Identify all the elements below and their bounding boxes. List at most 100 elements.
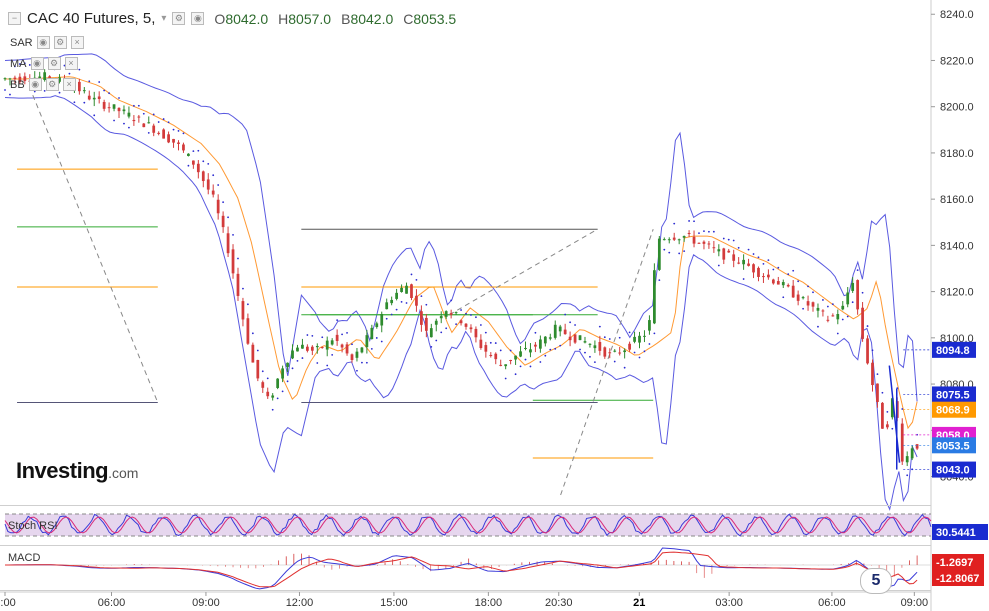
sar-dot	[752, 253, 755, 255]
candle-body	[534, 344, 537, 347]
candle-body	[157, 132, 161, 134]
sar-dot	[861, 291, 864, 294]
sar-dot	[147, 132, 150, 134]
settings-icon[interactable]: ⚙	[172, 12, 186, 25]
candle-body	[623, 350, 627, 353]
candle-body	[786, 284, 790, 287]
hide-icon[interactable]: ◉	[191, 12, 205, 25]
price-tick-label: 8180.0	[940, 148, 974, 160]
indicator-sar-label: SAR	[10, 36, 33, 49]
sar-dot	[261, 370, 264, 373]
candle-body	[201, 171, 205, 182]
candle-body	[162, 129, 166, 139]
sar-dot	[103, 89, 106, 92]
candle-body	[563, 329, 567, 335]
gear-icon[interactable]: ⚙	[45, 78, 59, 91]
sar-dot	[633, 351, 636, 354]
sar-dot	[866, 325, 869, 327]
sar-dot	[118, 97, 120, 99]
collapse-icon[interactable]: −	[8, 12, 21, 25]
price-tick-label: 8220.0	[940, 55, 974, 67]
sar-dot	[767, 259, 770, 262]
sar-dot	[876, 373, 879, 375]
candle-body	[667, 239, 671, 241]
sar-dot	[777, 266, 780, 269]
sar-dot	[554, 347, 557, 350]
candle-body	[340, 344, 344, 348]
candle-body	[618, 352, 622, 354]
sar-dot	[534, 331, 537, 334]
sar-dot	[871, 349, 874, 352]
candle-body	[707, 243, 711, 245]
candle-body	[375, 323, 379, 328]
candle-body	[137, 116, 141, 118]
candle-body	[459, 320, 463, 324]
indicator-bb-label: BB	[10, 78, 25, 91]
candle-body	[325, 340, 329, 350]
close-icon[interactable]: ×	[70, 36, 84, 49]
time-tick-label: 09:00	[192, 597, 220, 609]
indicator-bb[interactable]: BB ◉ ⚙ ×	[10, 78, 76, 91]
candle-body	[752, 264, 755, 273]
candle-body	[742, 259, 745, 265]
candle-body	[702, 241, 706, 244]
stoch-rsi-label: Stoch RSI	[8, 520, 58, 532]
sar-dot	[212, 174, 215, 177]
sar-dot	[222, 201, 225, 204]
close-icon[interactable]: ×	[64, 57, 78, 70]
eye-icon[interactable]: ◉	[36, 36, 50, 49]
candle-body	[608, 352, 612, 354]
indicator-ma[interactable]: MA ◉ ⚙ ×	[10, 57, 78, 70]
sar-dot	[316, 362, 319, 364]
sar-dot	[197, 149, 200, 152]
sar-dot	[9, 93, 11, 96]
candle-body	[885, 424, 889, 428]
price-tag-label: 8053.5	[936, 440, 970, 452]
candle-body	[821, 310, 825, 312]
candle-body	[97, 96, 101, 100]
sar-dot	[78, 68, 81, 71]
sar-dot	[420, 295, 423, 298]
sar-dot	[460, 309, 462, 311]
candle-body	[142, 123, 146, 128]
candle-body	[415, 295, 418, 306]
candle-body	[648, 320, 651, 331]
candle-body	[494, 353, 498, 360]
sar-dot	[906, 474, 909, 477]
chart-canvas[interactable]: 8240.0 8220.0 8200.0 8180.0 8160.0 8140.0 8120…	[0, 0, 989, 611]
candle-body	[167, 134, 170, 143]
candle-body	[538, 339, 542, 349]
candle-body	[519, 351, 522, 357]
sar-dot	[851, 301, 854, 304]
candle-body	[241, 301, 245, 320]
candle-body	[524, 347, 527, 349]
sar-dot	[628, 331, 631, 334]
gear-icon[interactable]: ⚙	[53, 36, 67, 49]
sar-dot	[822, 299, 824, 301]
sar-dot	[584, 351, 586, 354]
candle-body	[335, 334, 339, 341]
sar-dot	[232, 234, 234, 236]
sar-dot	[356, 369, 358, 372]
close-icon[interactable]: ×	[62, 78, 76, 91]
sar-dot	[792, 269, 795, 272]
candle-body	[856, 280, 860, 310]
sar-dot	[737, 246, 740, 249]
candle-body	[861, 307, 864, 339]
sar-dot	[271, 408, 274, 411]
indicator-sar[interactable]: SAR ◉ ⚙ ×	[10, 36, 84, 49]
number-badge[interactable]: 5	[860, 568, 892, 594]
sar-dot	[157, 121, 160, 123]
candle-body	[261, 382, 265, 388]
sar-dot	[405, 302, 408, 304]
candle-body	[781, 282, 785, 286]
candle-body	[400, 287, 403, 293]
candle-body	[3, 78, 7, 80]
eye-icon[interactable]: ◉	[28, 78, 42, 91]
candle-body	[246, 318, 250, 344]
sar-dot	[251, 332, 254, 335]
dropdown-icon[interactable]: ▾	[161, 13, 166, 24]
gear-icon[interactable]: ⚙	[47, 57, 61, 70]
eye-icon[interactable]: ◉	[30, 57, 44, 70]
sar-dot	[494, 342, 497, 344]
